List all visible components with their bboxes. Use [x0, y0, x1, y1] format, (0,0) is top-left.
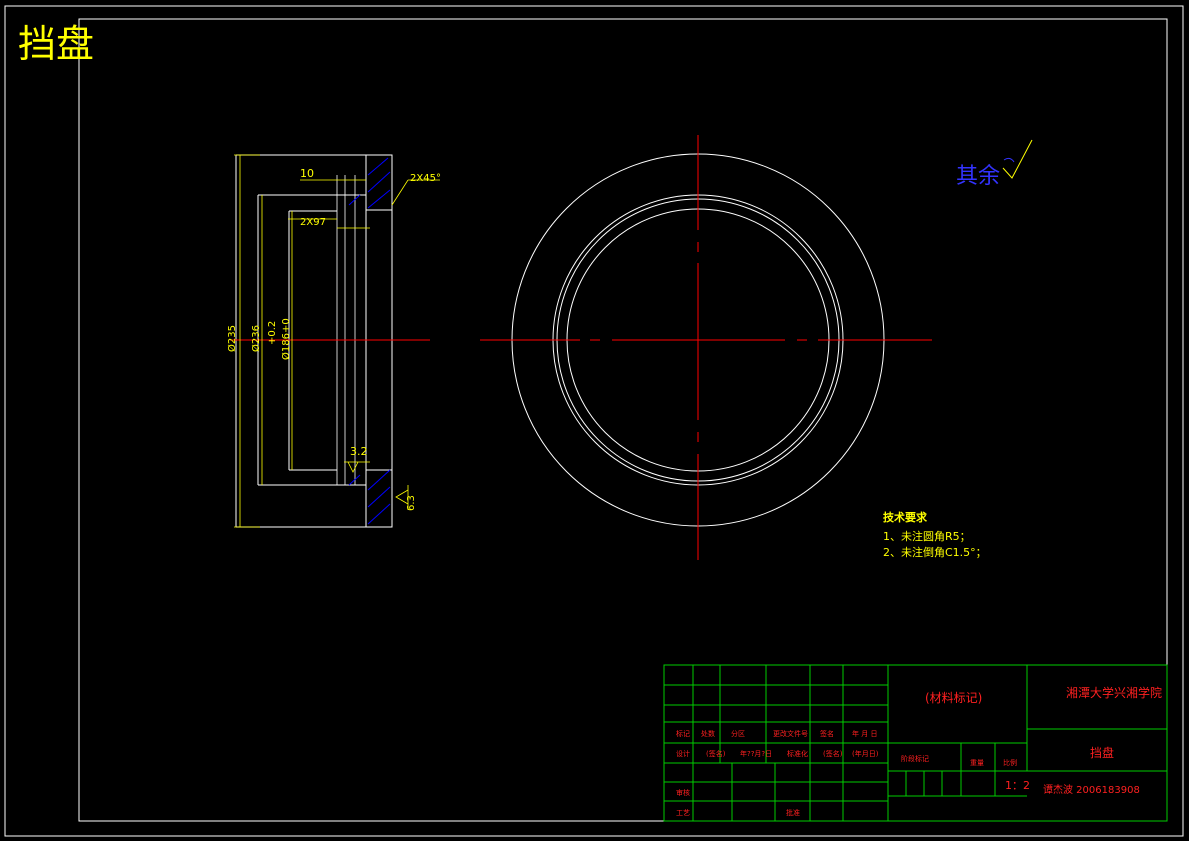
roughness-right: 6.3 — [406, 495, 417, 511]
cad-drawing: 挡盘 10 2X45° 2X97 3.2 Ø235 Ø236 Ø186+0 +0… — [4, 5, 1184, 837]
header-date: 年 月 日 — [852, 729, 877, 738]
dim-tolerance: +0.2 — [267, 321, 278, 345]
dim-dia-inner: Ø186+0 — [280, 318, 292, 360]
tech-title: 技术要求 — [883, 510, 928, 524]
groove-lines — [336, 175, 356, 485]
student-info: 谭杰波 2006183908 — [1043, 783, 1140, 796]
material-label: (材料标记) — [925, 691, 982, 705]
row-label-mark: 标记 — [676, 729, 690, 738]
header-zone: 分区 — [731, 729, 745, 738]
row-label-design: 设计 — [676, 749, 690, 758]
design-date: 年??月?日 — [740, 749, 772, 758]
dim-dia-mid: Ø236 — [250, 325, 262, 352]
inner-frame — [78, 18, 1168, 822]
header-count: 处数 — [701, 729, 715, 738]
row-label-process: 工艺 — [676, 809, 690, 817]
design-standard: 标准化 — [787, 749, 808, 758]
dim-groove: 2X97 — [300, 217, 326, 228]
stage-label: 阶段标记 — [901, 754, 929, 763]
tech-requirements: 技术要求 1、未注圆角R5； 2、未注倒角C1.5°； — [883, 510, 987, 559]
scale-value: 1：2 — [1005, 779, 1030, 792]
tech-item-2: 2、未注倒角C1.5°； — [883, 545, 987, 559]
step-bottom — [258, 484, 367, 505]
ratio-label: 比例 — [1003, 758, 1017, 767]
school-name: 湘潭大学兴湘学院 — [1066, 685, 1162, 700]
design-sign-2: (签名) — [823, 749, 843, 758]
row-label-review: 审核 — [676, 788, 690, 797]
outer-frame — [4, 5, 1184, 837]
design-sign: (签名) — [706, 749, 726, 758]
part-name: 挡盘 — [1090, 745, 1114, 760]
roughness-inner: 3.2 — [350, 445, 368, 458]
roughness-note: 其余 — [956, 164, 1000, 189]
dim-chamfer: 2X45° — [410, 173, 441, 184]
header-change-doc: 更改文件号 — [773, 729, 808, 738]
design-date-2: (年月日) — [852, 749, 879, 758]
approve-label: 批准 — [786, 808, 800, 817]
dim-dia-outer: Ø235 — [226, 325, 238, 352]
drawing-title: 挡盘 — [18, 22, 94, 66]
weight-label: 重量 — [970, 759, 984, 767]
header-sign: 签名 — [820, 729, 834, 738]
tech-item-1: 1、未注圆角R5； — [883, 529, 971, 543]
dim-width-10: 10 — [300, 167, 314, 180]
roughness-mark-icon — [1003, 157, 1015, 163]
